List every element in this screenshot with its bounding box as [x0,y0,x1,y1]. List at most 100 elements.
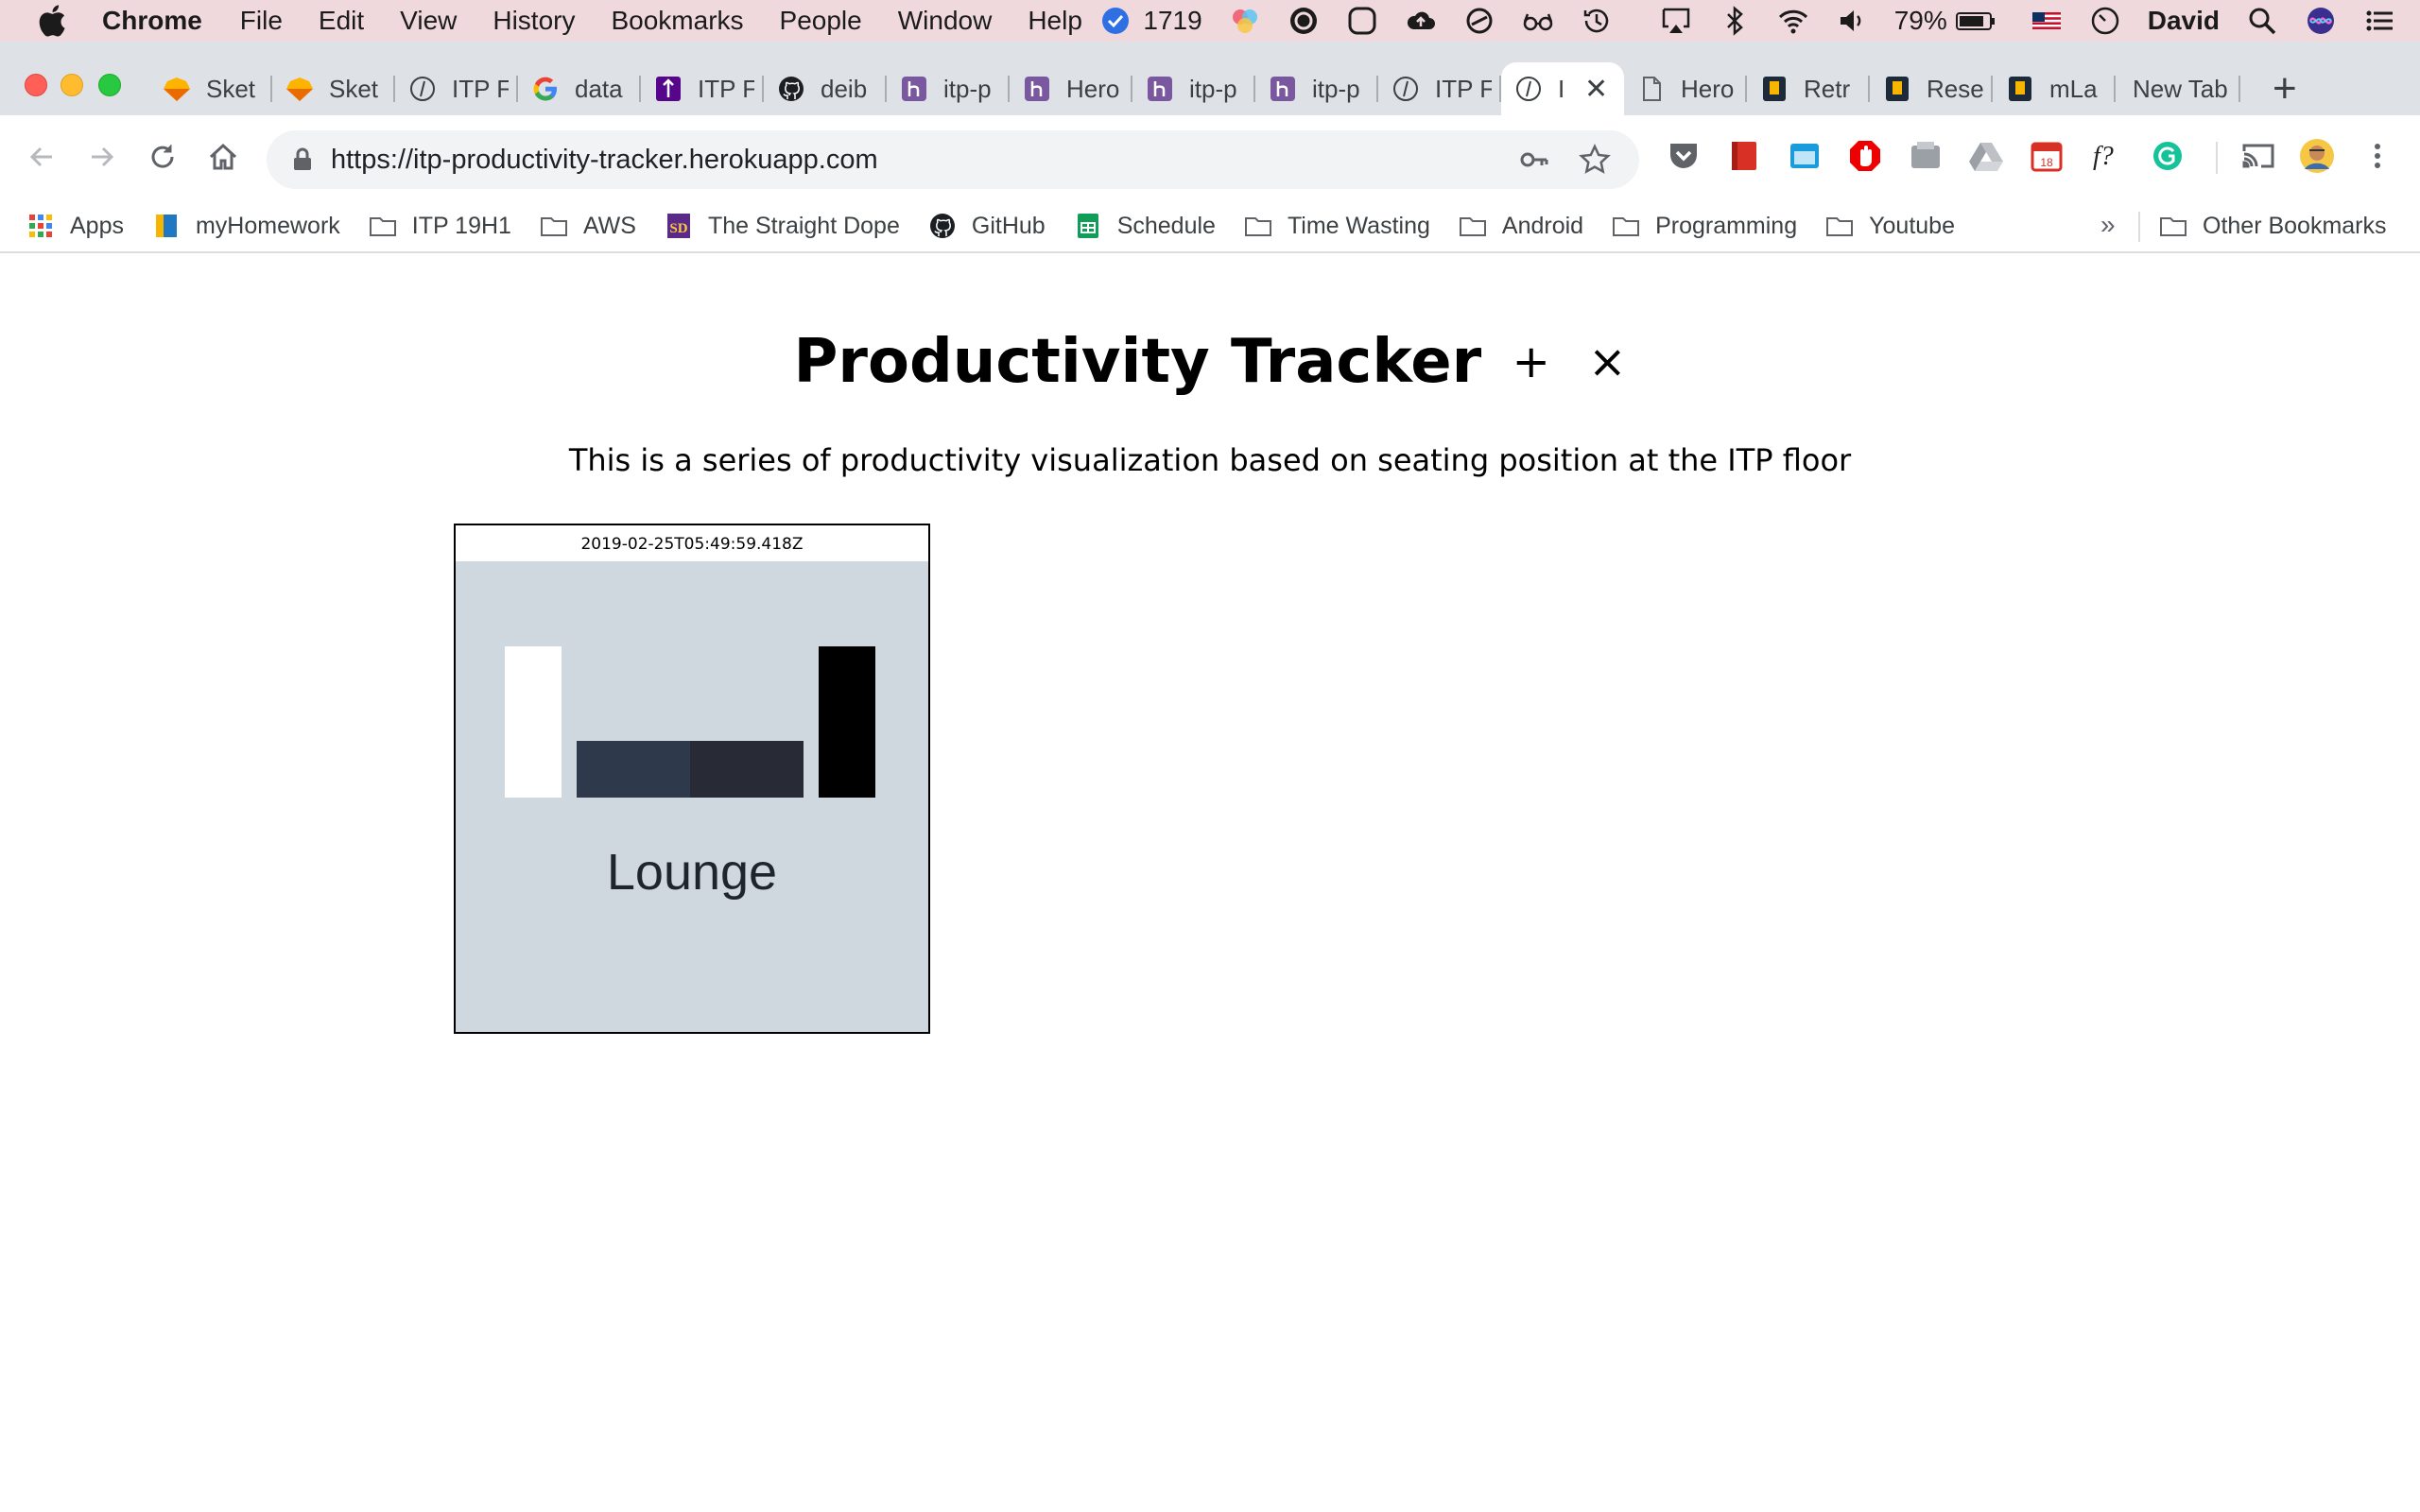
tab-itp-1[interactable]: ITP F [395,62,518,115]
reload-button[interactable] [144,138,182,176]
circle-icon[interactable] [1346,5,1378,37]
lock-icon[interactable] [289,146,316,173]
calendar-icon[interactable]: 18 [2029,138,2065,174]
list-icon[interactable] [2363,5,2395,37]
time-machine-icon[interactable] [1581,5,1613,37]
notification-badge-icon[interactable] [1099,5,1132,37]
remove-button[interactable]: × [1588,335,1626,388]
wifi-icon[interactable] [1777,5,1809,37]
tab-itp-3[interactable]: ITP F [1378,62,1501,115]
status-area: 1719 79% David [1099,0,2420,42]
tab-google-data[interactable]: data [518,62,641,115]
bookmark-time-wasting[interactable]: Time Wasting [1244,212,1430,240]
profile-avatar-icon[interactable] [2299,138,2335,174]
menu-window[interactable]: Window [898,6,993,36]
cast-icon[interactable] [2240,138,2276,174]
add-button[interactable]: + [1512,335,1550,388]
new-tab-button[interactable]: + [2273,62,2297,115]
creative-cloud-icon[interactable] [1288,5,1320,37]
bookmark-youtube[interactable]: Youtube [1825,212,1955,240]
volume-icon[interactable] [1836,5,1868,37]
tab-heroku-4[interactable]: itp-p [1255,62,1378,115]
menu-people[interactable]: People [780,6,862,36]
menubar-user[interactable]: David [2148,6,2220,36]
bookmark-other[interactable]: Other Bookmarks [2159,212,2387,240]
window-minimize-button[interactable] [60,74,83,96]
bookmark-app-icon [1760,75,1789,103]
bookmark-itp-19h1[interactable]: ITP 19H1 [369,212,511,240]
folder-icon [540,212,568,240]
us-flag-icon[interactable] [2031,5,2063,37]
adblock-icon[interactable] [1847,138,1883,174]
tab-retro[interactable]: Retr [1747,62,1870,115]
forward-arrow-icon [92,146,114,167]
tab-itp-2[interactable]: ITP F [641,62,764,115]
key-icon[interactable] [1518,144,1550,176]
url-text[interactable]: https://itp-productivity-tracker.herokua… [331,145,1518,176]
folder-icon [2159,212,2187,240]
page-icon [1637,75,1666,103]
menu-view[interactable]: View [400,6,457,36]
grey-box-icon[interactable] [1908,138,1944,174]
tab-heroku-page[interactable]: Hero [1624,62,1747,115]
menu-history[interactable]: History [493,6,575,36]
apple-menu-icon[interactable] [38,5,66,37]
red-book-icon[interactable] [1726,138,1762,174]
clock-icon[interactable] [2089,5,2121,37]
pocket-icon[interactable] [1666,138,1702,174]
tab-research[interactable]: Rese [1870,62,1993,115]
menu-file[interactable]: File [240,6,283,36]
glasses-icon[interactable] [1522,5,1554,37]
color-circles-icon[interactable] [1229,5,1261,37]
bar-dark [690,741,804,798]
forward-button[interactable] [83,138,121,176]
card-timestamp: 2019-02-25T05:49:59.418Z [456,525,928,561]
tab-sketch-1[interactable]: Sket [149,62,272,115]
tab-github[interactable]: deib [764,62,887,115]
tab-heroku-3[interactable]: itp-p [1132,62,1255,115]
airplay-icon[interactable] [1660,5,1692,37]
bookmark-star-icon[interactable] [1579,144,1611,176]
siri-icon[interactable] [2305,5,2337,37]
more-icon[interactable] [2360,138,2395,174]
tab-new-tab[interactable]: New Tab [2116,62,2240,115]
bookmark-schedule[interactable]: Schedule [1074,212,1216,240]
bookmark-straight-dope[interactable]: SD The Straight Dope [665,212,900,240]
status-count[interactable]: 1719 [1143,6,1201,36]
battery-icon[interactable] [1955,5,1996,37]
home-icon [209,143,237,170]
tab-heroku-2[interactable]: Hero [1010,62,1132,115]
window-close-button[interactable] [25,74,47,96]
close-tab-icon[interactable]: ✕ [1584,73,1608,106]
bookmark-programming[interactable]: Programming [1612,212,1797,240]
bookmarks-overflow-button[interactable]: » [2100,210,2116,240]
tab-heroku-1[interactable]: itp-p [887,62,1010,115]
bookmark-apps[interactable]: Apps [26,212,124,240]
bookmark-github[interactable]: GitHub [928,212,1046,240]
menu-edit[interactable]: Edit [319,6,364,36]
sync-icon[interactable] [1463,5,1495,37]
screenshot-icon[interactable] [1787,138,1823,174]
address-bar[interactable]: https://itp-productivity-tracker.herokua… [267,130,1639,189]
tab-mlab[interactable]: mLa [1993,62,2116,115]
spotlight-icon[interactable] [2246,5,2278,37]
drive-icon[interactable] [1968,138,2004,174]
tab-active[interactable]: I ✕ [1501,62,1624,115]
visualization-card[interactable]: 2019-02-25T05:49:59.418Z Lounge [454,524,930,1034]
battery-percent[interactable]: 79% [1894,6,1947,36]
window-zoom-button[interactable] [98,74,121,96]
grammarly-icon[interactable] [2150,138,2186,174]
back-button[interactable] [23,138,60,176]
font-icon[interactable]: f? [2089,138,2125,174]
menu-help[interactable]: Help [1028,6,1082,36]
menu-app-name[interactable]: Chrome [102,6,202,36]
bookmark-android[interactable]: Android [1459,212,1583,240]
tab-sketch-2[interactable]: Sket [272,62,395,115]
cloud-upload-icon[interactable] [1405,5,1437,37]
home-button[interactable] [204,138,242,176]
bluetooth-icon[interactable] [1719,5,1751,37]
bookmark-aws[interactable]: AWS [540,212,636,240]
menu-bookmarks[interactable]: Bookmarks [611,6,743,36]
bar-slate [577,741,690,798]
bookmark-myhomework[interactable]: myHomework [152,212,340,240]
